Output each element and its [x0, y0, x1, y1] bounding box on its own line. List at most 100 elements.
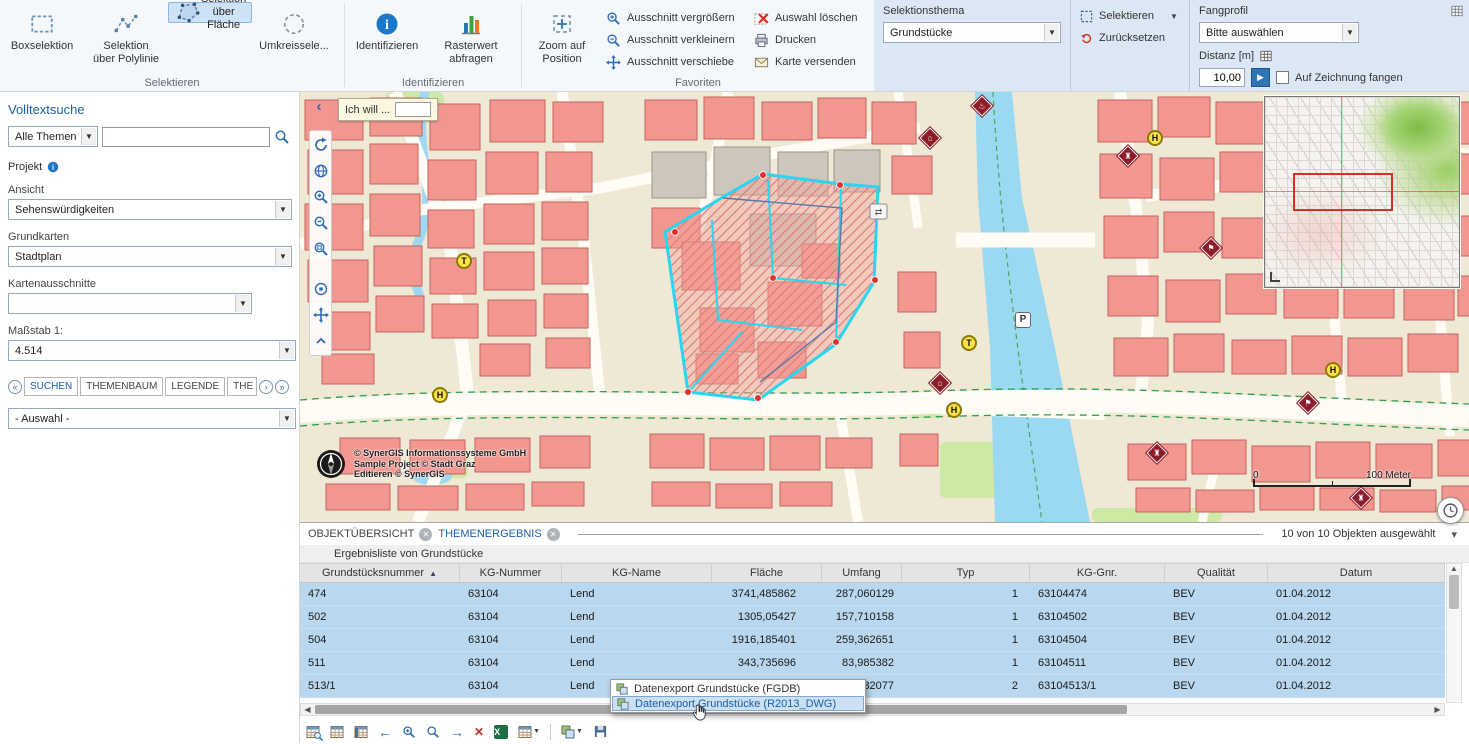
zoom-button[interactable] [426, 725, 440, 739]
column-header[interactable]: Typ [902, 563, 1030, 583]
table-row[interactable]: 50463104Lend1916,185401259,3626511631045… [300, 629, 1445, 652]
scrollbar-thumb[interactable] [1449, 575, 1459, 609]
chevron-down-icon[interactable]: ▼ [279, 410, 294, 427]
tab-themenbaum[interactable]: THEMENBAUM [80, 377, 163, 396]
table-row[interactable]: 47463104Lend3741,485862287,0601291631044… [300, 583, 1445, 606]
fangprofil-select[interactable]: Bitte auswählen ▼ [1199, 22, 1359, 43]
selektion-flaeche-button[interactable]: Selektion über Fläche [168, 2, 252, 23]
table-settings-button[interactable]: ▼ [518, 725, 540, 739]
close-icon[interactable]: ✕ [419, 528, 432, 541]
tabs-scroll-left-button[interactable]: « [8, 380, 22, 394]
refresh-icon[interactable] [313, 137, 329, 153]
tabs-overflow-button[interactable]: » [275, 380, 289, 394]
ausschnitt-verschieben-button[interactable]: Ausschnitt verschiebe [606, 52, 746, 72]
panel-toggle-icon[interactable] [1451, 5, 1463, 17]
column-header[interactable]: KG-Name [562, 563, 712, 583]
zoom-in-icon[interactable] [313, 189, 329, 205]
pan-extent-icon[interactable] [313, 307, 329, 323]
chevron-down-icon[interactable]: ▼ [275, 201, 290, 218]
table-row[interactable]: 513/163104Lend1.782077263104513/1BEV01.0… [300, 675, 1445, 698]
ich-will-input[interactable] [395, 102, 431, 117]
volltext-search-input[interactable] [102, 127, 270, 147]
auswahl-select[interactable]: - Auswahl - ▼ [8, 408, 296, 429]
zuruecksetzen-button[interactable]: Zurücksetzen [1080, 27, 1180, 49]
save-button[interactable] [593, 724, 608, 739]
tabs-scroll-right-button[interactable]: › [259, 380, 273, 394]
auswahl-loeschen-button[interactable]: Auswahl löschen [754, 8, 864, 28]
tab-themenergebnis[interactable]: THEMENERGEBNIS ✕ [438, 528, 559, 541]
zoom-position-button[interactable]: Zoom auf Position [522, 2, 602, 67]
table-row[interactable]: 50263104Lend1305,05427157,71015816310450… [300, 606, 1445, 629]
context-menu-item[interactable]: Datenexport Grundstücke (R2013_DWG) [612, 696, 864, 711]
distanz-input[interactable] [1199, 68, 1245, 87]
excel-export-button[interactable]: X [494, 725, 508, 739]
themen-filter-select[interactable]: Alle Themen ▼ [8, 126, 98, 147]
close-icon[interactable]: ✕ [547, 528, 560, 541]
next-record-button[interactable]: → [450, 725, 464, 739]
zoom-to-selected-button[interactable] [306, 725, 320, 739]
column-header[interactable]: KG-Gnr. [1030, 563, 1165, 583]
zoom-window-icon[interactable] [313, 241, 329, 257]
column-header[interactable]: Umfang [822, 563, 902, 583]
data-export-button[interactable]: ▼ [561, 725, 583, 739]
table-button[interactable] [330, 725, 344, 739]
selektionsthema-select[interactable]: Grundstücke ▼ [883, 22, 1061, 43]
selektieren-menu-button[interactable]: Selektieren ▼ [1080, 5, 1180, 27]
ausschnitt-vergroessern-button[interactable]: Ausschnitt vergrößern [606, 8, 746, 28]
search-icon[interactable] [274, 129, 290, 145]
tab-suchen[interactable]: SUCHEN [24, 377, 78, 396]
remove-selection-button[interactable]: ✕ [474, 725, 484, 739]
scroll-left-arrow[interactable]: ◀ [301, 704, 314, 715]
tab-themen[interactable]: THE [227, 377, 257, 396]
collapse-panel-icon[interactable]: ▾ [1451, 528, 1457, 541]
sort-asc-icon[interactable]: ▲ [429, 569, 437, 578]
overview-map[interactable] [1264, 96, 1460, 288]
chevron-down-icon[interactable]: ▼ [81, 128, 96, 145]
center-map-icon[interactable] [313, 281, 329, 297]
history-clock-button[interactable] [1437, 497, 1464, 524]
rasterwert-button[interactable]: Rasterwert abfragen [429, 2, 513, 67]
table-highlight-button[interactable] [354, 725, 368, 739]
chevron-down-icon[interactable]: ▼ [235, 295, 250, 312]
overview-resize-corner[interactable] [1270, 272, 1280, 282]
context-menu-item[interactable]: Datenexport Grundstücke (FGDB) [612, 681, 864, 696]
chevron-down-icon[interactable]: ▼ [275, 248, 290, 265]
map-viewport[interactable]: ⇄ THTHHH⌂♨♜⚑⌂♜⚑♜P ‹ Ich will ... © Syner… [300, 92, 1469, 522]
chevron-down-icon[interactable]: ▼ [1342, 24, 1357, 41]
boxselektion-button[interactable]: Boxselektion [0, 2, 84, 54]
selektion-polylinie-button[interactable]: Selektion über Polylinie [84, 2, 168, 67]
ich-will-widget[interactable]: Ich will ... [338, 98, 438, 121]
column-header[interactable]: Qualität [1165, 563, 1268, 583]
chevron-down-icon[interactable]: ▼ [279, 342, 294, 359]
auf-zeichnung-checkbox[interactable] [1276, 71, 1289, 84]
globe-icon[interactable] [313, 163, 329, 179]
column-header[interactable]: Grundstücksnummer▲ [300, 563, 460, 583]
ansicht-select[interactable]: Sehenswürdigkeiten ▼ [8, 199, 292, 220]
grundkarten-select[interactable]: Stadtplan ▼ [8, 246, 292, 267]
apply-distance-button[interactable]: ▶ [1251, 68, 1270, 87]
previous-record-button[interactable]: ← [378, 725, 392, 739]
tab-objektuebersicht[interactable]: OBJEKTÜBERSICHT ✕ [308, 528, 432, 541]
zoom-in-button[interactable] [402, 725, 416, 739]
tab-legende[interactable]: LEGENDE [165, 377, 225, 396]
vertical-scrollbar[interactable]: ▲ [1446, 563, 1462, 703]
karte-versenden-button[interactable]: Karte versenden [754, 52, 864, 72]
scroll-right-arrow[interactable]: ▶ [1431, 704, 1444, 715]
horizontal-scrollbar[interactable]: ◀ ▶ [300, 703, 1445, 716]
identifizieren-button[interactable]: Identifizieren [345, 2, 429, 54]
massstab-combo[interactable]: 4.514 ▼ [8, 340, 296, 361]
collapse-up-icon[interactable] [313, 333, 329, 349]
collapse-sidebar-button[interactable]: ‹ [310, 98, 328, 118]
kartenausschnitte-select[interactable]: ▼ [8, 293, 252, 314]
column-header[interactable]: Datum [1268, 563, 1445, 583]
table-row[interactable]: 51163104Lend343,73569683,985382163104511… [300, 652, 1445, 675]
info-icon[interactable] [47, 161, 59, 173]
ausschnitt-verkleinern-button[interactable]: Ausschnitt verkleinern [606, 30, 746, 50]
zoom-out-icon[interactable] [313, 215, 329, 231]
column-header[interactable]: Fläche [712, 563, 822, 583]
column-header[interactable]: KG-Nummer [460, 563, 562, 583]
drucken-button[interactable]: Drucken [754, 30, 864, 50]
chevron-down-icon[interactable]: ▼ [1044, 24, 1059, 41]
overview-extent-rect[interactable] [1293, 173, 1393, 211]
umkreisselektion-button[interactable]: Umkreissele... [252, 2, 336, 54]
